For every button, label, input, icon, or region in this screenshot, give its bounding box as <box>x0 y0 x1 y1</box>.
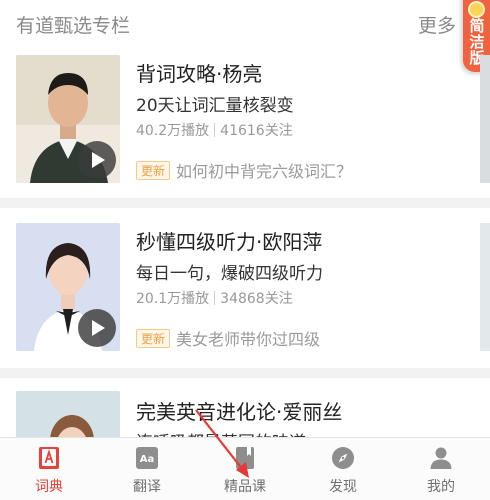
play-button[interactable] <box>78 309 116 347</box>
course-title: 秒懂四级听力·欧阳萍 <box>136 230 323 254</box>
update-text: 美女老师带你过四级 <box>176 330 321 349</box>
nav-label: 词典 <box>35 479 63 495</box>
nav-label: 精品课 <box>224 479 266 495</box>
update-text: 如何初中背完六级词汇？ <box>176 162 353 181</box>
divider <box>0 368 490 378</box>
nav-label: 发现 <box>329 479 357 495</box>
stats-divider <box>214 291 216 305</box>
more-link[interactable]: 更多 <box>418 11 456 38</box>
course-stats: 40.2万播放 41616关注 <box>136 120 293 140</box>
nav-tab-dictionary[interactable]: 词典 <box>0 438 98 500</box>
nav-tab-translate[interactable]: Aa 翻译 <box>98 438 196 500</box>
nav-tab-courses[interactable]: 精品课 <box>196 438 294 500</box>
person-icon <box>430 447 452 469</box>
course-stats: 20.1万播放 34868关注 <box>136 288 293 308</box>
course-card-3[interactable]: 完美英音进化论·爱丽丝 连呼吸都是英国的味道 <box>0 382 490 438</box>
course-thumbnail[interactable] <box>16 223 120 351</box>
course-thumbnail[interactable] <box>16 391 120 438</box>
course-subtitle: 每日一句，爆破四级听力 <box>136 264 323 284</box>
next-card-edge <box>480 55 490 183</box>
nav-tab-discover[interactable]: 发现 <box>294 438 392 500</box>
update-row[interactable]: 更新 如何初中背完六级词汇？ <box>136 158 352 182</box>
follow-count: 34868关注 <box>220 291 293 307</box>
course-subtitle: 20天让词汇量核裂变 <box>136 96 294 116</box>
stats-divider <box>214 123 216 137</box>
update-badge: 更新 <box>136 161 171 180</box>
play-count: 20.1万播放 <box>136 291 210 307</box>
course-title: 完美英音进化论·爱丽丝 <box>136 400 343 424</box>
update-badge: 更新 <box>136 329 171 348</box>
follow-count: 41616关注 <box>220 123 293 139</box>
course-title: 背词攻略·杨亮 <box>136 62 263 86</box>
teacher-photo <box>16 391 120 438</box>
simple-mode-icon <box>468 1 485 18</box>
next-card-edge <box>480 223 490 351</box>
nav-label: 我的 <box>427 479 455 495</box>
play-button[interactable] <box>78 141 116 179</box>
section-title: 有道甄选专栏 <box>16 15 131 37</box>
bottom-nav: 词典 Aa 翻译 精品课 发现 我的 <box>0 437 490 500</box>
nav-label: 翻译 <box>133 479 161 495</box>
dictionary-icon <box>39 447 59 469</box>
nav-tab-me[interactable]: 我的 <box>392 438 490 500</box>
translate-icon: Aa <box>136 447 158 469</box>
section-header: 有道甄选专栏 更多 <box>0 0 490 46</box>
update-row[interactable]: 更新 美女老师带你过四级 <box>136 326 320 350</box>
play-count: 40.2万播放 <box>136 123 210 139</box>
course-card-2[interactable]: 秒懂四级听力·欧阳萍 每日一句，爆破四级听力 20.1万播放 34868关注 更新… <box>0 214 490 374</box>
compass-icon <box>332 447 354 469</box>
course-book-icon <box>236 447 254 469</box>
course-card-1[interactable]: 背词攻略·杨亮 20天让词汇量核裂变 40.2万播放 41616关注 更新 如何初中… <box>0 46 490 206</box>
svg-text:Aa: Aa <box>140 454 155 465</box>
divider <box>0 198 490 208</box>
course-thumbnail[interactable] <box>16 55 120 183</box>
